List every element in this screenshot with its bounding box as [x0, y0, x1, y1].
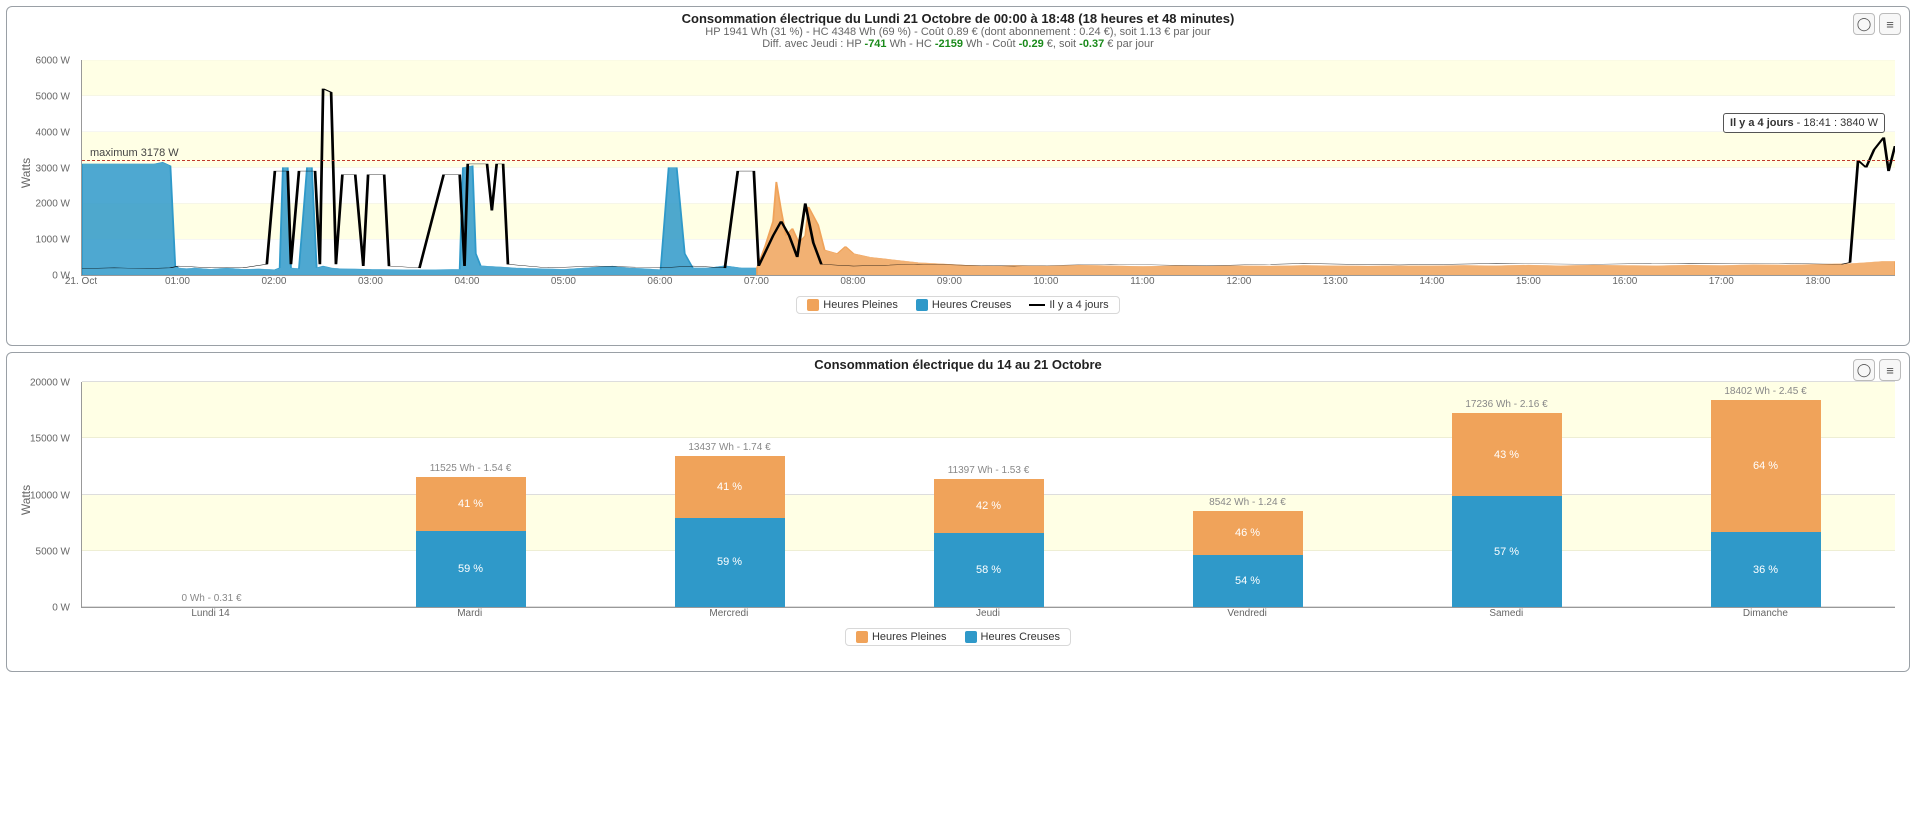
x-tick: 15:00 [1516, 276, 1541, 287]
bar-total-label: 13437 Wh - 1.74 € [688, 442, 770, 453]
bar-segment-hc: 36 % [1711, 532, 1821, 607]
x-tick: 11:00 [1130, 276, 1154, 287]
bar-total-label: 17236 Wh - 2.16 € [1465, 399, 1547, 410]
legend-item-hp[interactable]: Heures Pleines [856, 631, 947, 643]
chart-title: Consommation électrique du 14 au 21 Octo… [11, 357, 1905, 372]
bar-Samedi[interactable]: 43 %57 % [1452, 413, 1562, 607]
chart-reset-button[interactable]: ◯ [1853, 13, 1875, 35]
x-tick: Mardi [457, 608, 482, 619]
x-tick: 13:00 [1323, 276, 1348, 287]
y-tick: 2000 W [36, 199, 70, 210]
x-tick: 10:00 [1033, 276, 1058, 287]
legend-item-hp[interactable]: Heures Pleines [807, 299, 898, 311]
bar-segment-hp: 41 % [416, 477, 526, 530]
legend-item-prev[interactable]: Il y a 4 jours [1029, 299, 1108, 311]
bar-segment-hc: 59 % [416, 531, 526, 608]
x-tick: 05:00 [551, 276, 576, 287]
x-tick: Jeudi [976, 608, 1000, 619]
weekly-consumption-panel: ◯ ≡ Consommation électrique du 14 au 21 … [6, 352, 1910, 672]
bar-segment-hp: 41 % [675, 456, 785, 518]
max-annotation: maximum 3178 W [90, 147, 179, 159]
x-tick: 01:00 [165, 276, 190, 287]
bar-total-label: 11525 Wh - 1.54 € [430, 463, 512, 474]
y-tick: 4000 W [36, 127, 70, 138]
y-tick: 3000 W [36, 163, 70, 174]
x-tick: 21. Oct [65, 276, 97, 287]
daily-consumption-panel: ◯ ≡ Consommation électrique du Lundi 21 … [6, 6, 1910, 346]
y-tick: 6000 W [36, 56, 70, 67]
bar-Dimanche[interactable]: 64 %36 % [1711, 400, 1821, 607]
bar-segment-hp: 42 % [934, 479, 1044, 533]
weekly-chart[interactable]: Watts 0 W5000 W10000 W15000 W20000 W 0 W… [11, 376, 1905, 624]
bar-total-label: 0 Wh - 0.31 € [181, 593, 241, 604]
bar-segment-hp: 43 % [1452, 413, 1562, 496]
legend-item-hc[interactable]: Heures Creuses [916, 299, 1011, 311]
bar-segment-hc: 57 % [1452, 496, 1562, 607]
x-tick: Dimanche [1743, 608, 1788, 619]
daily-chart-legend: Heures Pleines Heures Creuses Il y a 4 j… [796, 296, 1119, 314]
bar-Vendredi[interactable]: 46 %54 % [1193, 511, 1303, 607]
chart-menu-button[interactable]: ≡ [1879, 13, 1901, 35]
y-tick: 1000 W [36, 235, 70, 246]
y-tick: 10000 W [30, 490, 70, 501]
x-tick: Vendredi [1227, 608, 1266, 619]
bar-segment-hp: 64 % [1711, 400, 1821, 532]
x-tick: 14:00 [1419, 276, 1444, 287]
y-tick: 20000 W [30, 378, 70, 389]
chart-subtitle-1: HP 1941 Wh (31 %) - HC 4348 Wh (69 %) - … [11, 26, 1905, 38]
x-tick: 06:00 [647, 276, 672, 287]
x-tick: Lundi 14 [191, 608, 229, 619]
y-tick: 0 W [52, 603, 70, 614]
x-tick: 04:00 [454, 276, 479, 287]
x-tick: 07:00 [744, 276, 769, 287]
y-tick: 5000 W [36, 91, 70, 102]
bar-Mardi[interactable]: 41 %59 % [416, 477, 526, 607]
bar-total-label: 18402 Wh - 2.45 € [1724, 386, 1806, 397]
bar-segment-hp: 46 % [1193, 511, 1303, 555]
bar-Jeudi[interactable]: 42 %58 % [934, 479, 1044, 607]
bar-segment-hc: 54 % [1193, 555, 1303, 607]
x-tick: 02:00 [261, 276, 286, 287]
x-tick: 17:00 [1709, 276, 1734, 287]
bar-Mercredi[interactable]: 41 %59 % [675, 456, 785, 607]
legend-item-hc[interactable]: Heures Creuses [965, 631, 1060, 643]
weekly-chart-legend: Heures Pleines Heures Creuses [845, 628, 1071, 646]
x-tick: Samedi [1489, 608, 1523, 619]
y-tick: 15000 W [30, 434, 70, 445]
x-tick: 09:00 [937, 276, 962, 287]
daily-chart[interactable]: Watts 0 W1000 W2000 W3000 W4000 W5000 W6… [11, 54, 1905, 292]
bar-total-label: 11397 Wh - 1.53 € [948, 465, 1030, 476]
chart-title: Consommation électrique du Lundi 21 Octo… [11, 11, 1905, 26]
bar-segment-hc: 58 % [934, 533, 1044, 607]
x-tick: 16:00 [1612, 276, 1637, 287]
x-tick: 12:00 [1226, 276, 1251, 287]
x-tick: Mercredi [709, 608, 748, 619]
bar-total-label: 8542 Wh - 1.24 € [1209, 497, 1286, 508]
x-tick: 08:00 [840, 276, 865, 287]
x-tick: 03:00 [358, 276, 383, 287]
y-tick: 5000 W [36, 546, 70, 557]
chart-subtitle-2: Diff. avec Jeudi : HP -741 Wh - HC -2159… [11, 38, 1905, 50]
x-tick: 18:00 [1805, 276, 1830, 287]
bar-segment-hc: 59 % [675, 518, 785, 607]
chart-tooltip: Il y a 4 jours - 18:41 : 3840 W [1723, 113, 1885, 133]
